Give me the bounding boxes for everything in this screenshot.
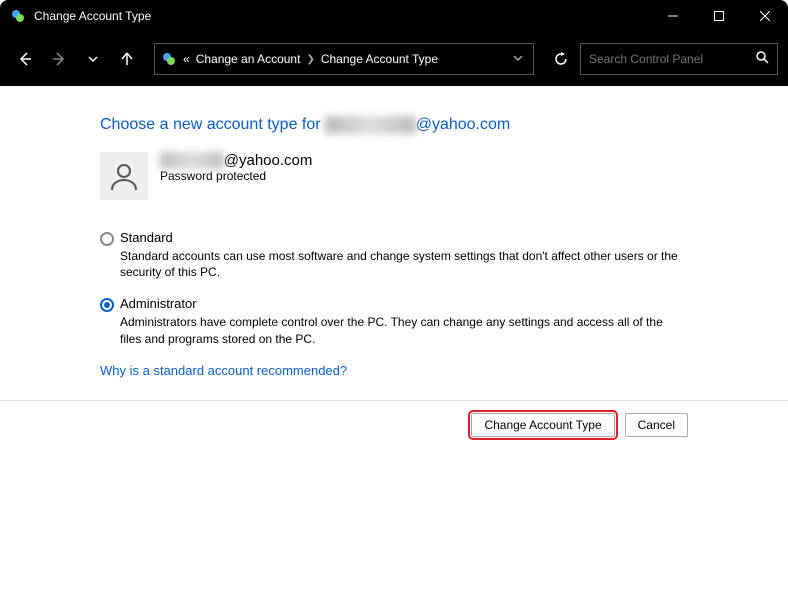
account-type-options: Standard Standard accounts can use most … bbox=[100, 230, 680, 347]
radio-standard[interactable] bbox=[100, 232, 114, 246]
option-admin-desc: Administrators have complete control ove… bbox=[120, 314, 680, 346]
account-subtext: Password protected bbox=[160, 169, 312, 183]
option-standard[interactable]: Standard bbox=[100, 230, 680, 246]
footer: Change Account Type Cancel bbox=[0, 401, 788, 437]
breadcrumb-dropdown[interactable] bbox=[513, 53, 527, 66]
breadcrumb[interactable]: « Change an Account ❯ Change Account Typ… bbox=[154, 43, 534, 75]
back-button[interactable] bbox=[10, 44, 40, 74]
recommended-link[interactable]: Why is a standard account recommended? bbox=[100, 363, 788, 378]
change-account-type-button[interactable]: Change Account Type bbox=[471, 413, 614, 437]
cancel-button[interactable]: Cancel bbox=[625, 413, 688, 437]
titlebar: Change Account Type bbox=[0, 0, 788, 32]
recent-dropdown[interactable] bbox=[78, 44, 108, 74]
option-standard-label: Standard bbox=[120, 230, 173, 245]
account-name-redacted: ██████ bbox=[160, 152, 224, 169]
chevron-right-icon: ❯ bbox=[306, 54, 314, 65]
account-name: ██████@yahoo.com bbox=[160, 152, 312, 169]
maximize-button[interactable] bbox=[696, 0, 742, 32]
toolbar: « Change an Account ❯ Change Account Typ… bbox=[0, 32, 788, 86]
account-text: ██████@yahoo.com Password protected bbox=[160, 152, 312, 183]
breadcrumb-prefix: « bbox=[183, 52, 190, 66]
breadcrumb-item-1[interactable]: Change an Account bbox=[196, 52, 301, 66]
heading-before: Choose a new account type for bbox=[100, 116, 325, 133]
search-box[interactable] bbox=[580, 43, 778, 75]
breadcrumb-item-2[interactable]: Change Account Type bbox=[321, 52, 438, 66]
refresh-button[interactable] bbox=[546, 44, 576, 74]
account-summary: ██████@yahoo.com Password protected bbox=[100, 152, 788, 200]
close-button[interactable] bbox=[742, 0, 788, 32]
option-admin-label: Administrator bbox=[120, 296, 197, 311]
heading-redacted: ████████ bbox=[325, 116, 416, 134]
app-icon bbox=[10, 8, 26, 24]
breadcrumb-icon bbox=[161, 51, 177, 67]
up-button[interactable] bbox=[112, 44, 142, 74]
radio-admin[interactable] bbox=[100, 298, 114, 312]
option-standard-desc: Standard accounts can use most software … bbox=[120, 248, 680, 280]
window-title: Change Account Type bbox=[34, 9, 151, 23]
window: Change Account Type bbox=[0, 0, 788, 598]
page-heading: Choose a new account type for ████████@y… bbox=[100, 116, 788, 134]
option-admin[interactable]: Administrator bbox=[100, 296, 680, 312]
heading-after: @yahoo.com bbox=[416, 116, 511, 133]
content-area: Choose a new account type for ████████@y… bbox=[0, 86, 788, 378]
avatar bbox=[100, 152, 148, 200]
search-icon bbox=[755, 50, 769, 69]
window-controls bbox=[650, 0, 788, 32]
search-input[interactable] bbox=[589, 52, 755, 66]
forward-button[interactable] bbox=[44, 44, 74, 74]
minimize-button[interactable] bbox=[650, 0, 696, 32]
account-name-suffix: @yahoo.com bbox=[224, 152, 313, 169]
